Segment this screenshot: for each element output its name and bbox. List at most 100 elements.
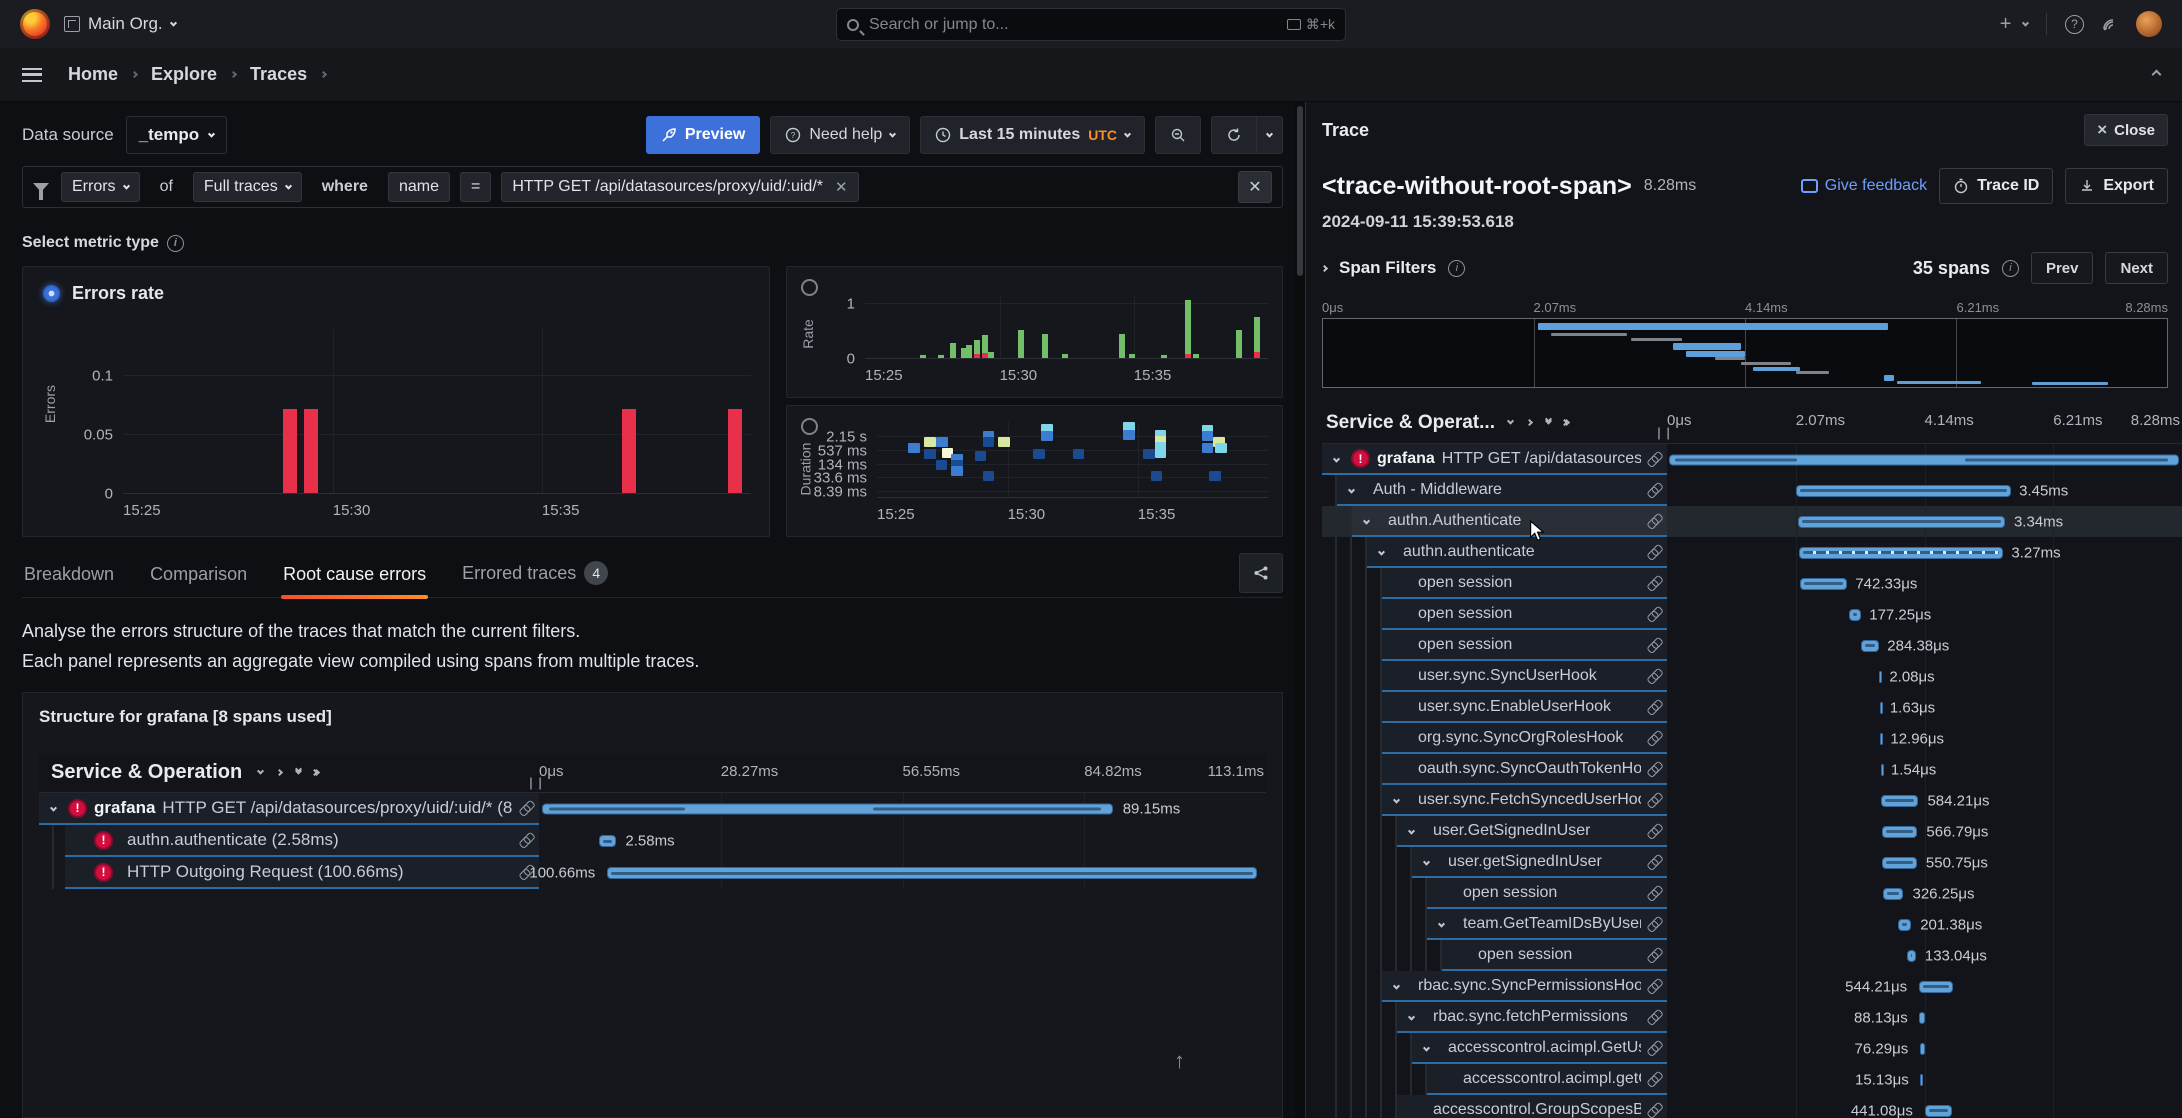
link-icon[interactable] [515, 797, 538, 820]
tree-chevron-icon[interactable] [1403, 822, 1419, 840]
link-icon[interactable] [1643, 819, 1666, 842]
share-button[interactable] [1239, 553, 1283, 593]
refresh-button[interactable] [1211, 116, 1257, 154]
link-icon[interactable] [1643, 788, 1666, 811]
span-bar[interactable] [1796, 485, 2011, 497]
span-bar[interactable] [1883, 888, 1904, 900]
span-row[interactable]: user.GetSignedInUser 566.79μs [1322, 816, 2182, 847]
span-row[interactable]: accesscontrol.GroupScopesBy 441.08μs [1322, 1095, 2182, 1118]
menu-icon[interactable] [22, 68, 42, 82]
close-trace-button[interactable]: Close [2084, 114, 2168, 146]
link-icon[interactable] [1643, 602, 1666, 625]
span-bar[interactable] [1880, 733, 1883, 745]
expand-one-icon[interactable] [276, 769, 283, 776]
tab[interactable]: Breakdown [22, 556, 116, 597]
need-help-button[interactable]: ? Need help [770, 116, 910, 154]
span-row[interactable]: user.getSignedInUser 550.75μs [1322, 847, 2182, 878]
span-bar[interactable] [1881, 764, 1884, 776]
news-icon[interactable] [2102, 16, 2118, 32]
span-bar[interactable] [1919, 981, 1953, 993]
structure-row[interactable]: HTTP Outgoing Request (100.66ms) 100.66m… [39, 857, 1266, 889]
span-row[interactable]: accesscontrol.acimpl.GetUs 76.29μs [1322, 1033, 2182, 1064]
minimap-canvas[interactable] [1322, 318, 2168, 388]
span-bar[interactable] [1919, 1012, 1925, 1024]
link-icon[interactable] [1643, 881, 1666, 904]
collapse-all-icon[interactable] [296, 771, 301, 775]
collapse-all-icon[interactable] [1546, 421, 1551, 425]
tree-chevron-icon[interactable] [1388, 791, 1404, 809]
span-bar[interactable] [1882, 826, 1918, 838]
tab[interactable]: Errored traces 4 [460, 553, 610, 597]
export-button[interactable]: Export [2065, 168, 2168, 204]
errors-rate-radio[interactable] [43, 285, 60, 302]
link-icon[interactable] [515, 829, 538, 852]
span-row[interactable]: open session 177.25μs [1322, 599, 2182, 630]
refresh-interval-button[interactable] [1257, 116, 1283, 154]
zoom-out-button[interactable] [1155, 116, 1201, 154]
link-icon[interactable] [1643, 447, 1666, 470]
span-row[interactable]: open session 133.04μs [1322, 940, 2182, 971]
span-row[interactable]: rbac.sync.fetchPermissions 88.13μs [1322, 1002, 2182, 1033]
span-bar[interactable] [1849, 609, 1860, 621]
tree-chevron-icon[interactable] [1433, 915, 1449, 933]
span-bar[interactable] [1898, 919, 1911, 931]
tree-chevron-icon[interactable] [1373, 543, 1389, 561]
structure-row[interactable]: authn.authenticate (2.58ms) 2.58ms [39, 825, 1266, 857]
prev-button[interactable]: Prev [2031, 252, 2094, 284]
span-bar[interactable] [1920, 1043, 1925, 1055]
filter-operator[interactable]: = [460, 172, 491, 202]
link-icon[interactable] [1643, 726, 1666, 749]
link-icon[interactable] [1643, 664, 1666, 687]
span-row[interactable]: open session 284.38μs [1322, 630, 2182, 661]
structure-row[interactable]: grafana HTTP GET /api/datasources/proxy/… [39, 793, 1266, 825]
next-button[interactable]: Next [2105, 252, 2168, 284]
tab[interactable]: Comparison [148, 556, 249, 597]
span-bar[interactable] [1861, 640, 1879, 652]
span-row[interactable]: open session 742.33μs [1322, 568, 2182, 599]
link-icon[interactable] [1643, 943, 1666, 966]
span-bar[interactable] [1881, 795, 1918, 807]
tree-chevron-icon[interactable] [1418, 853, 1434, 871]
link-icon[interactable] [1643, 478, 1666, 501]
link-icon[interactable] [1643, 850, 1666, 873]
link-icon[interactable] [1643, 571, 1666, 594]
user-avatar[interactable] [2136, 11, 2162, 37]
datasource-picker[interactable]: _tempo [126, 116, 227, 154]
span-filters-label[interactable]: Span Filters [1339, 258, 1436, 278]
breadcrumb-item[interactable]: Traces [250, 64, 307, 85]
link-icon[interactable] [1643, 509, 1666, 532]
trace-id-button[interactable]: Trace ID [1939, 168, 2053, 204]
span-row[interactable]: Auth - Middleware 3.45ms [1322, 475, 2182, 506]
remove-value-icon[interactable]: ✕ [835, 178, 848, 196]
link-icon[interactable] [1643, 1036, 1666, 1059]
link-icon[interactable] [1643, 1098, 1666, 1118]
span-row[interactable]: authn.Authenticate 3.34ms [1322, 506, 2182, 537]
org-switcher[interactable]: Main Org. [64, 14, 176, 34]
span-row[interactable]: user.sync.EnableUserHook 1.63μs [1322, 692, 2182, 723]
span-row[interactable]: open session 326.25μs [1322, 878, 2182, 909]
search-input[interactable]: Search or jump to... ⌘+k [836, 8, 1346, 41]
tree-chevron-icon[interactable] [1418, 1039, 1434, 1057]
give-feedback-link[interactable]: Give feedback [1801, 177, 1927, 195]
span-row[interactable]: rbac.sync.SyncPermissionsHook 544.21μs [1322, 971, 2182, 1002]
span-bar[interactable] [607, 867, 1257, 879]
info-icon[interactable] [167, 235, 184, 252]
metric-filter-select[interactable]: Errors [61, 172, 140, 202]
breadcrumb-item[interactable]: Home [68, 64, 118, 85]
errors-rate-panel[interactable]: Errors rate Errors 0.1 0.05 0 [22, 266, 770, 537]
span-filters-chevron-icon[interactable] [1321, 264, 1328, 271]
info-icon[interactable] [1448, 260, 1465, 277]
trace-minimap[interactable]: 0μs 2.07ms 4.14ms 6.21ms 8.28ms [1322, 298, 2168, 388]
link-icon[interactable] [1643, 912, 1666, 935]
span-row[interactable]: oauth.sync.SyncOauthTokenHook 1.54μs [1322, 754, 2182, 785]
link-icon[interactable] [1643, 974, 1666, 997]
span-row[interactable]: user.sync.FetchSyncedUserHook 584.21μs [1322, 785, 2182, 816]
collapse-one-icon[interactable] [1507, 418, 1514, 425]
grafana-logo-icon[interactable] [20, 9, 50, 39]
span-row[interactable]: accesscontrol.acimpl.getC 15.13μs [1322, 1064, 2182, 1095]
time-range-picker[interactable]: Last 15 minutes UTC [920, 116, 1145, 154]
span-bar[interactable] [1800, 578, 1846, 590]
filter-key[interactable]: name [388, 172, 450, 202]
remove-filter-button[interactable]: ✕ [1238, 171, 1272, 203]
expand-all-icon[interactable] [1565, 420, 1569, 425]
